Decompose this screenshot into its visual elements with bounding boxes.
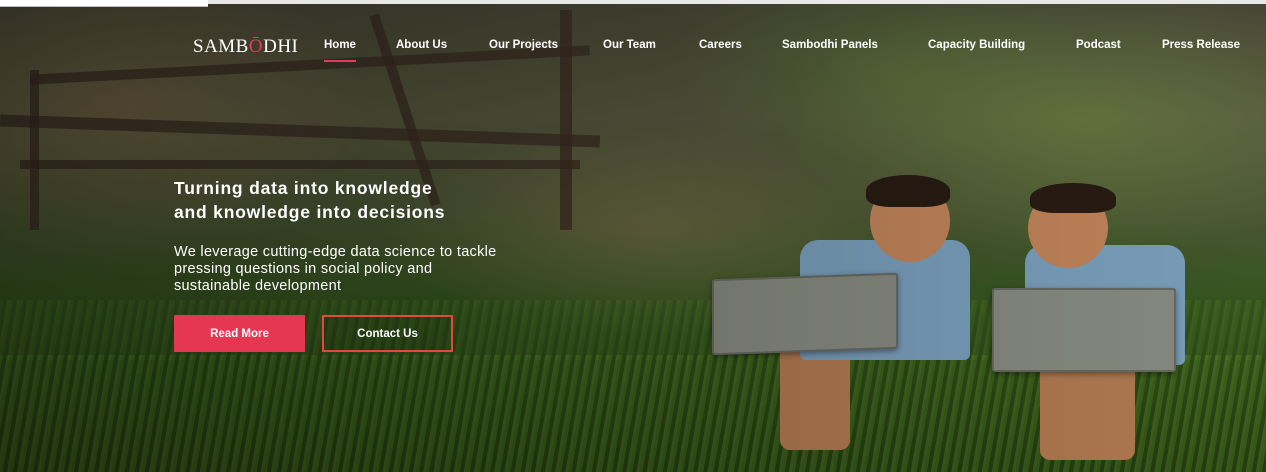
nav-item-capacity-building[interactable]: Capacity Building — [928, 39, 1025, 51]
nav-item-sambodhi-panels[interactable]: Sambodhi Panels — [782, 39, 878, 51]
kid-right-head — [1028, 188, 1108, 268]
hero-subheading-line: sustainable development — [174, 278, 342, 294]
grass — [0, 355, 1266, 472]
logo-text: SAMB — [193, 36, 249, 57]
kid-left-head — [870, 180, 950, 262]
shed-beam — [0, 114, 601, 148]
main-navigation: SAMBŌDHI Home About Us Our Projects Our … — [0, 30, 1266, 66]
hero-subheading: We leverage cutting-edge data science to… — [174, 244, 644, 295]
sambodhi-logo[interactable]: SAMBŌDHI — [193, 36, 298, 58]
laptop-right — [992, 288, 1176, 372]
read-more-button[interactable]: Read More — [174, 315, 305, 352]
nav-item-about-us[interactable]: About Us — [396, 39, 447, 51]
kid-left-hair — [866, 175, 950, 207]
hero-headline: Turning data into knowledge and knowledg… — [174, 176, 594, 224]
kid-left-legs — [780, 340, 850, 450]
hero-headline-line: Turning data into knowledge — [174, 178, 433, 198]
logo-text: DHI — [263, 36, 299, 57]
nav-item-careers[interactable]: Careers — [699, 39, 742, 51]
nav-item-home[interactable]: Home — [324, 39, 356, 62]
shed-beam — [20, 160, 580, 169]
kid-right-hair — [1030, 183, 1116, 213]
kid-right-shirt — [1025, 245, 1185, 365]
nav-item-our-projects[interactable]: Our Projects — [489, 39, 558, 51]
nav-item-press-release[interactable]: Press Release — [1162, 39, 1240, 51]
nav-item-podcast[interactable]: Podcast — [1076, 39, 1121, 51]
laptop-left — [712, 272, 898, 356]
logo-accent-letter: Ō — [248, 36, 264, 57]
contact-us-button[interactable]: Contact Us — [322, 315, 453, 352]
shed-beam — [30, 70, 39, 230]
kid-left-shirt — [800, 240, 970, 360]
hero-subheading-line: We leverage cutting-edge data science to… — [174, 244, 497, 260]
hero-headline-line: and knowledge into decisions — [174, 202, 446, 222]
hero-background-image — [0, 0, 1266, 472]
corner-tab — [0, 0, 208, 7]
kid-right-legs — [1040, 360, 1135, 460]
hero-subheading-line: pressing questions in social policy and — [174, 261, 433, 277]
nav-item-our-team[interactable]: Our Team — [603, 39, 656, 51]
